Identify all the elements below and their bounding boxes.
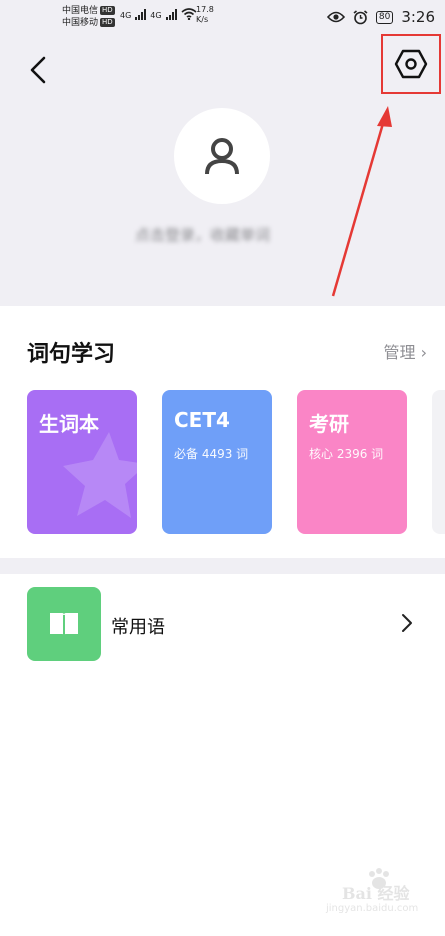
hd-badge: HD xyxy=(100,18,115,27)
carrier-1: 中国电信 xyxy=(62,6,99,16)
vocabulary-book-tile[interactable]: 生词本 xyxy=(27,390,137,534)
baidu-watermark: Bai 经验 jingyan.baidu.com xyxy=(314,868,424,920)
cet4-tile[interactable]: CET4 必备 4493 词 xyxy=(162,390,272,534)
status-bar: 中国电信 HD 中国移动 HD 4G 4G 17.8 K/s 80 3:26 xyxy=(0,0,445,34)
battery-level: 80 xyxy=(378,11,391,22)
alarm-icon xyxy=(353,9,368,24)
network-speed: 17.8 K/s xyxy=(196,5,214,25)
study-section: 词句学习 管理 › 生词本 CET4 必备 4493 词 考研 核心 2396 … xyxy=(0,306,445,558)
carrier-2: 中国移动 xyxy=(62,18,99,28)
avatar[interactable] xyxy=(174,108,270,204)
battery-icon: 80 xyxy=(375,10,394,24)
wifi-icon xyxy=(181,8,197,20)
book-icon xyxy=(27,587,101,661)
signal-bars-icon xyxy=(135,9,147,20)
common-phrases-row[interactable]: 常用语 xyxy=(0,574,445,674)
star-icon xyxy=(63,432,137,518)
chevron-left-icon xyxy=(30,56,46,84)
chevron-right-icon xyxy=(402,614,412,632)
kaoyan-tile[interactable]: 考研 核心 2396 词 xyxy=(297,390,407,534)
settings-button[interactable] xyxy=(381,34,441,94)
speed-value: 17.8 xyxy=(196,5,214,14)
settings-hexagon-icon xyxy=(394,49,428,79)
network-label-1: 4G xyxy=(120,11,132,20)
section-title: 词句学习 xyxy=(27,342,116,367)
eye-icon xyxy=(326,11,345,23)
tile-title: CET4 xyxy=(174,408,230,432)
tile-title: 考研 xyxy=(309,412,349,436)
next-tile-peek[interactable] xyxy=(432,390,445,534)
login-prompt[interactable]: 点击登录，收藏单词 xyxy=(135,224,315,244)
watermark-brand: Bai 经验 xyxy=(342,884,410,903)
manage-link[interactable]: 管理 › xyxy=(384,339,428,363)
phrases-label: 常用语 xyxy=(111,617,165,638)
back-button[interactable] xyxy=(24,54,54,86)
status-right: 80 3:26 xyxy=(326,8,435,26)
profile-header: 点击登录，收藏单词 xyxy=(0,34,445,306)
signal-icons: 4G 4G xyxy=(120,8,197,20)
user-icon xyxy=(205,138,239,175)
speed-unit: K/s xyxy=(196,15,209,24)
network-label-2: 4G xyxy=(150,11,162,20)
watermark-url: jingyan.baidu.com xyxy=(326,903,419,914)
clock: 3:26 xyxy=(401,8,435,26)
tile-subtitle: 核心 2396 词 xyxy=(309,447,384,461)
section-divider xyxy=(0,558,445,574)
hd-badge: HD xyxy=(100,6,115,15)
tile-subtitle: 必备 4493 词 xyxy=(174,447,249,461)
signal-bars-icon xyxy=(165,9,177,20)
tile-title: 生词本 xyxy=(39,412,99,436)
carrier-info: 中国电信 HD 中国移动 HD xyxy=(62,5,115,29)
